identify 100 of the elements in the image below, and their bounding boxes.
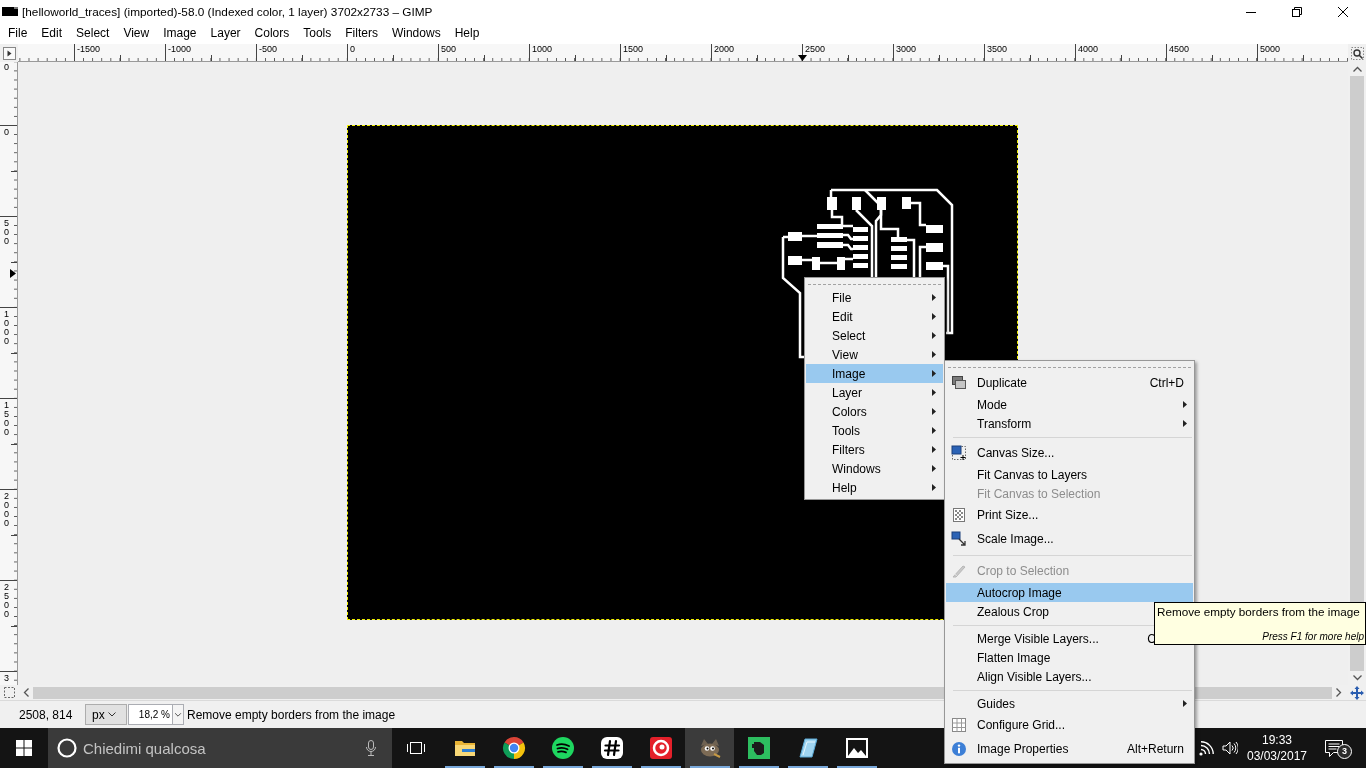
menu-item[interactable]: Filters [806,440,943,459]
menu-item[interactable]: Configure Grid... [946,713,1193,737]
ruler-label: 500 [440,44,457,54]
submenu-arrow-icon [932,294,936,301]
ruler-label: 0 [4,128,10,137]
knife-icon [951,563,967,579]
shortcut-text: Ctrl+D [1149,376,1184,390]
ruler-label: 500 [4,219,10,246]
ruler-label: 4000 [1077,44,1099,54]
ruler-label: 1000 [531,44,553,54]
menu-item[interactable]: Mode [946,395,1193,414]
ruler-label: 1500 [4,401,10,437]
menu-item[interactable]: Help [447,24,487,43]
menu-item[interactable]: Flatten Image [946,648,1193,667]
clock-time[interactable]: 19:33 [1262,732,1292,748]
submenu-arrow-icon [932,465,936,472]
chevron-down-icon[interactable] [1352,675,1362,681]
menu-item[interactable]: View [116,24,157,43]
magnifier-icon[interactable] [1350,46,1364,60]
submenu-arrow-icon [932,351,936,358]
unit-dropdown[interactable]: px [85,704,127,725]
ruler-label: -1000 [167,44,192,54]
menu-item[interactable]: Edit [806,307,943,326]
segmented-circle-icon [501,736,526,760]
menu-item[interactable]: Select [806,326,943,345]
ruler-label: 3000 [895,44,917,54]
dashed-square-icon[interactable] [3,687,15,698]
chevron-down-icon[interactable] [172,704,184,725]
menu-item[interactable]: Align Visible Layers... [946,667,1193,686]
four-squares-icon[interactable] [16,740,32,756]
ruler-label: 2500 [804,44,826,54]
clock-date[interactable]: 03/03/2017 [1246,748,1308,764]
menu-item[interactable]: Filters [338,24,385,43]
ruler-label: 1500 [622,44,644,54]
ruler-label: 3 [4,674,10,683]
pointer-marker-icon [10,269,16,278]
menu-item[interactable]: Image [156,24,204,43]
menu-item[interactable]: Guides [946,694,1193,713]
submenu-arrow-icon [932,313,936,320]
menu-item[interactable]: Layer [203,24,248,43]
menu-item[interactable]: Select [69,24,117,43]
ruler-label: 4500 [1168,44,1190,54]
note-tile-icon [746,736,771,760]
submenu-arrow-icon [932,484,936,491]
window-title: [helloworld_traces] (imported)-58.0 (Indexed color, 1 layer) 3702x2733 – GIMP [22,4,433,19]
menu-item[interactable]: File [1,24,35,43]
menu-item[interactable]: Edit [34,24,70,43]
menu-item[interactable]: Autocrop Image [946,583,1193,602]
menu-item[interactable]: Help [806,478,943,497]
speaker-icon[interactable] [1222,741,1238,755]
menu-item[interactable]: Print Size... [946,503,1193,527]
menu-item[interactable]: Colors [806,402,943,421]
speech-bubble-icon[interactable] [1325,739,1343,757]
menu-item[interactable]: File [806,288,943,307]
grid-icon [951,717,967,733]
info-icon [951,741,967,757]
ruler-label: 1000 [4,310,10,346]
restore-icon[interactable] [1292,6,1302,17]
chevron-right-icon[interactable] [1336,688,1342,697]
stacked-windows-icon [951,375,967,391]
close-icon[interactable] [1338,6,1348,17]
menu-item[interactable]: Scale Image... [946,527,1193,551]
menu-item[interactable]: Colors [247,24,297,43]
menu-item[interactable]: Transform [946,414,1193,433]
menu-item[interactable]: Canvas Size... [946,441,1193,465]
menu-item[interactable]: Windows [806,459,943,478]
submenu-arrow-icon [932,427,936,434]
menu-item[interactable]: Windows [384,24,448,43]
menu-item[interactable]: Image Properties Alt+Return [946,737,1193,761]
window-frames-icon[interactable] [406,740,426,756]
menu-item[interactable]: Fit Canvas to Layers [946,465,1193,484]
ruler-label: 2000 [4,492,10,528]
submenu-arrow-icon [1183,700,1187,707]
menu-item[interactable]: Tools [296,24,339,43]
four-way-arrow-icon[interactable] [1350,685,1364,700]
chevron-up-icon[interactable] [1352,66,1362,72]
ruler-label: -500 [258,44,277,54]
tooltip-text: Remove empty borders from the image [1157,604,1360,620]
menu-item[interactable]: View [806,345,943,364]
menu-item[interactable]: Tools [806,421,943,440]
menu-item[interactable]: Layer [806,383,943,402]
shortcut-text: Alt+Return [1126,742,1184,756]
search-field[interactable]: Chiedimi qualcosa [48,728,392,768]
signal-arcs-icon[interactable] [1199,740,1214,756]
submenu-arrow-icon [932,389,936,396]
chevron-left-icon[interactable] [23,688,29,697]
menu-item[interactable]: Image [806,364,943,383]
ruler-label: 3500 [986,44,1008,54]
status-message: Remove empty borders from the image [187,707,396,722]
checkered-page-icon [951,507,967,523]
zoom-field[interactable]: 18,2 % [128,704,172,725]
chevron-down-icon [107,712,116,717]
hash-icon [599,736,624,760]
microphone-icon[interactable] [366,740,376,756]
notification-badge: 3 [1337,743,1352,759]
submenu-arrow-icon [1183,420,1187,427]
pointer-coordinates: 2508, 814 [18,707,74,722]
menu-item[interactable]: Duplicate Ctrl+D [946,371,1193,395]
submenu-arrow-icon [932,332,936,339]
ruler-label: -1500 [76,44,101,54]
